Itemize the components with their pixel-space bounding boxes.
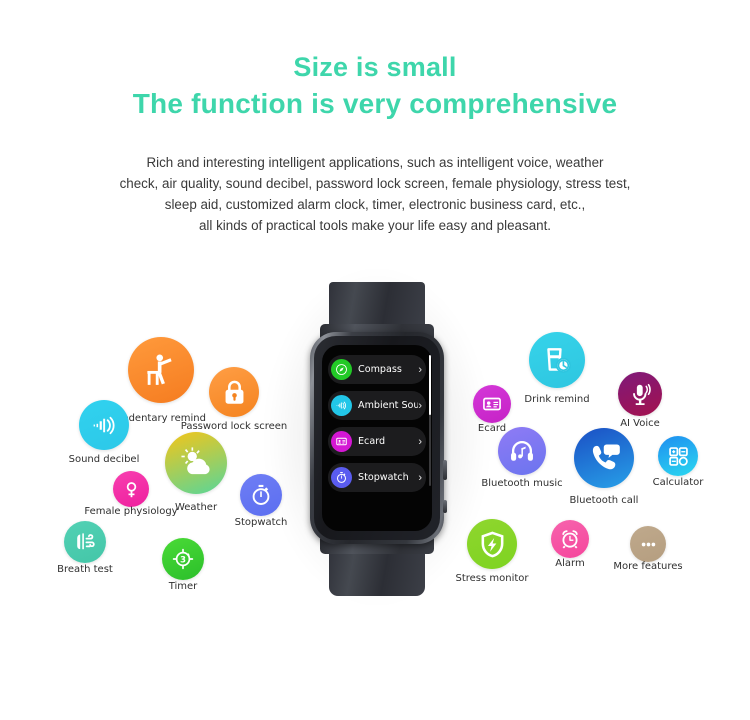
watch-side-button[interactable]: [443, 500, 447, 513]
id-card-icon: [331, 431, 352, 452]
chevron-right-icon: ›: [418, 435, 422, 448]
watch-scrollbar-thumb[interactable]: [428, 355, 431, 415]
feature-password-lock-screen[interactable]: Password lock screen: [181, 367, 287, 432]
feature-label: Breath test: [57, 564, 113, 575]
feature-label: More features: [613, 561, 683, 572]
watch-menu-item-label: Ambient Sound: [358, 400, 419, 411]
feature-drink-remind[interactable]: Drink remind: [524, 332, 590, 405]
feature-weather[interactable]: Weather: [165, 432, 227, 513]
feature-label: Drink remind: [524, 394, 590, 405]
phone-bubble-icon: [574, 428, 634, 488]
svg-text:3: 3: [180, 554, 186, 564]
watch-crown-button[interactable]: [443, 460, 447, 480]
page-title-line2: The function is very comprehensive: [132, 88, 618, 119]
feature-bluetooth-music[interactable]: Bluetooth music: [481, 427, 563, 489]
feature-sedentary-remind[interactable]: Sedentary remind: [116, 337, 206, 424]
smartwatch-device: Compass› Ambient Sound› Ecard› Stopwatch…: [268, 272, 486, 602]
feature-label: Calculator: [652, 477, 704, 488]
feature-timer[interactable]: 3 Timer: [162, 538, 204, 592]
watch-menu-item-label: Ecard: [358, 436, 386, 447]
chevron-right-icon: ›: [418, 471, 422, 484]
watch-menu-item-compass[interactable]: Compass ›: [328, 355, 426, 384]
description-paragraph: Rich and interesting intelligent applica…: [75, 152, 675, 236]
feature-label: Bluetooth call: [569, 495, 639, 506]
stretching-person-icon: [128, 337, 194, 403]
microphone-icon: [618, 372, 662, 416]
feature-label: Timer: [168, 581, 198, 592]
id-card-icon: [473, 385, 511, 423]
description-line-1: Rich and interesting intelligent applica…: [146, 155, 604, 170]
sound-wave-icon: [79, 400, 129, 450]
calculator-grid-icon: [658, 436, 698, 476]
watch-menu-item-ecard[interactable]: Ecard ›: [328, 427, 426, 456]
sun-cloud-icon: [165, 432, 227, 494]
feature-label: Sound decibel: [68, 454, 140, 465]
headphones-icon: [498, 427, 546, 475]
watch-screen: Compass› Ambient Sound› Ecard› Stopwatch…: [322, 345, 432, 531]
watch-menu-item-label: Stopwatch: [358, 472, 409, 483]
ellipsis-icon: [630, 526, 666, 562]
alarm-clock-icon: [551, 520, 589, 558]
timer-dial-icon: 3: [162, 538, 204, 580]
feature-alarm[interactable]: Alarm: [551, 520, 589, 569]
description-line-4: all kinds of practical tools make your l…: [198, 218, 552, 233]
padlock-icon: [209, 367, 259, 417]
feature-label: Female physiology: [84, 506, 178, 517]
feature-ecard[interactable]: Ecard: [473, 385, 511, 434]
page-title-line1: Size is small: [293, 52, 457, 82]
chevron-right-icon: ›: [418, 363, 422, 376]
feature-label: Bluetooth music: [481, 478, 563, 489]
watch-menu-item-stopwatch[interactable]: Stopwatch ›: [328, 463, 426, 492]
lungs-breath-icon: [64, 521, 106, 563]
description-line-3: sleep aid, customized alarm clock, timer…: [164, 197, 586, 212]
stopwatch-icon: [240, 474, 282, 516]
feature-bluetooth-call[interactable]: Bluetooth call: [570, 428, 638, 506]
watch-bezel: Compass› Ambient Sound› Ecard› Stopwatch…: [314, 336, 440, 540]
water-glass-clock-icon: [529, 332, 585, 388]
product-feature-banner: Size is small The function is very compr…: [0, 0, 750, 720]
watch-menu-item-ambient-sound[interactable]: Ambient Sound›: [328, 391, 426, 420]
feature-breath-test[interactable]: Breath test: [57, 521, 113, 575]
feature-ai-voice[interactable]: AI Voice: [618, 372, 662, 429]
feature-label: Alarm: [555, 558, 585, 569]
feature-label: Password lock screen: [180, 421, 288, 432]
feature-label: Weather: [174, 502, 218, 513]
feature-female-physiology[interactable]: Female physiology: [84, 471, 178, 517]
feature-label: Stopwatch: [234, 517, 288, 528]
shield-bolt-icon: [467, 519, 517, 569]
stopwatch-icon: [331, 467, 352, 488]
watch-case: Compass› Ambient Sound› Ecard› Stopwatch…: [310, 332, 447, 544]
watch-app-menu: Compass› Ambient Sound› Ecard› Stopwatch…: [328, 355, 426, 492]
feature-stopwatch[interactable]: Stopwatch: [235, 474, 287, 528]
sound-wave-icon: [331, 395, 352, 416]
compass-icon: [331, 359, 352, 380]
watch-scrollbar[interactable]: [428, 355, 431, 486]
chevron-right-icon: ›: [418, 399, 422, 412]
feature-calculator[interactable]: Calculator: [653, 436, 703, 488]
watch-menu-item-label: Compass: [358, 364, 402, 375]
feature-label: Stress monitor: [455, 573, 529, 584]
feature-stress-monitor[interactable]: Stress monitor: [455, 519, 529, 584]
feature-more-features[interactable]: More features: [613, 526, 683, 572]
venus-symbol-icon: [113, 471, 149, 507]
feature-sound-decibel[interactable]: Sound decibel: [69, 400, 139, 465]
description-line-2: check, air quality, sound decibel, passw…: [119, 176, 631, 191]
